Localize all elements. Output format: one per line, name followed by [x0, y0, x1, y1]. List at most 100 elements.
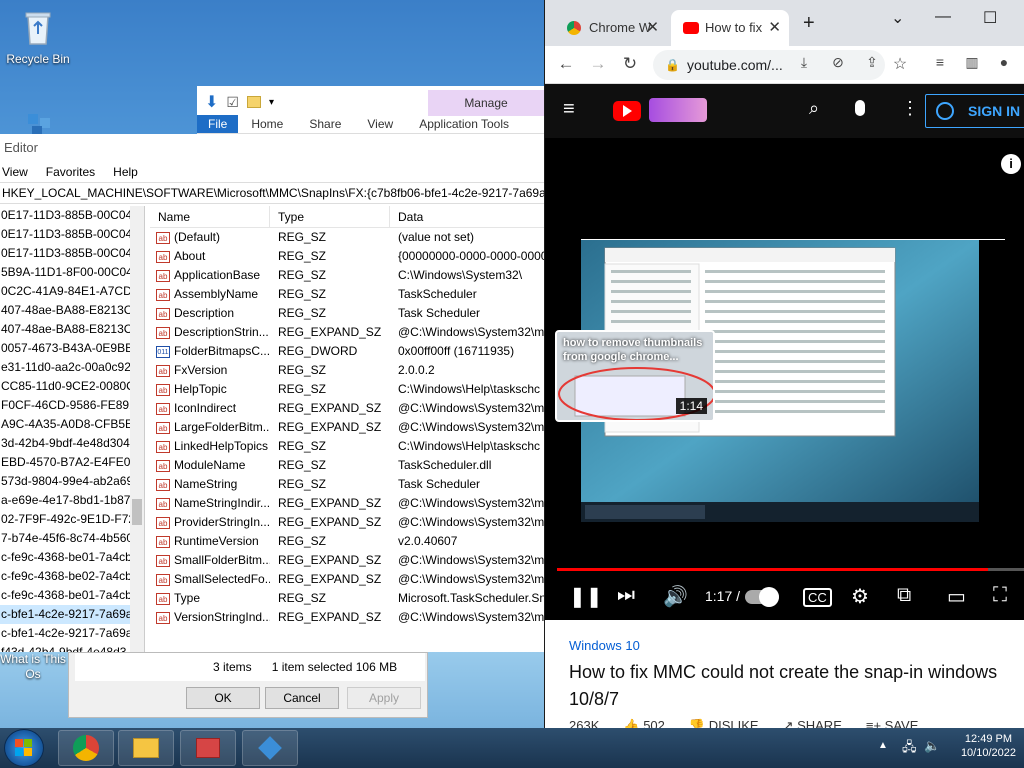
tab-share[interactable]: Share	[296, 115, 354, 133]
start-button[interactable]	[4, 729, 44, 767]
tree-item[interactable]: EBD-4570-B7A2-E4FE06A	[0, 453, 144, 472]
key-tree[interactable]: 0E17-11D3-885B-00C04F 0E17-11D3-885B-00C0…	[0, 206, 145, 652]
show-hidden-icons-icon[interactable]: ▲	[878, 740, 888, 751]
value-row[interactable]: ab HelpTopic REG_SZ C:\Windows\Help\tasksch…	[150, 380, 544, 399]
tree-item[interactable]: A9C-4A35-A0D8-CFB5EA	[0, 415, 144, 434]
tree-item[interactable]: 0C2C-41A9-84E1-A7CD1I	[0, 282, 144, 301]
tree-item[interactable]: 0057-4673-B43A-0E9BBBI	[0, 339, 144, 358]
manage-tab[interactable]: Manage	[428, 90, 544, 116]
next-icon[interactable]: ⏭	[617, 584, 635, 607]
install-icon[interactable]: ⤓	[793, 54, 815, 71]
value-row[interactable]: ab IconIndirect REG_EXPAND_SZ @C:\Windows\S…	[150, 399, 544, 418]
tree-item[interactable]: c-bfe1-4c2e-9217-7a69a	[0, 605, 144, 624]
header-type[interactable]: Type	[270, 206, 390, 227]
taskbar-chrome[interactable]	[58, 730, 114, 766]
sign-in-button[interactable]: SIGN IN	[925, 94, 1024, 128]
tab-search-chevron-icon[interactable]: ⌄	[891, 8, 904, 28]
tree-item[interactable]: 573d-9804-99e4-ab2a69	[0, 472, 144, 491]
folder-icon[interactable]	[246, 96, 261, 108]
media-icon[interactable]: ≡	[929, 54, 951, 70]
settings-gear-icon[interactable]: ⚙	[851, 584, 869, 609]
network-icon[interactable]: 🖧	[902, 738, 917, 760]
video-hashtag[interactable]: Windows 10	[569, 638, 1001, 653]
value-row[interactable]: ab Description REG_SZ Task Scheduler	[150, 304, 544, 323]
menu-favorites[interactable]: Favorites	[46, 162, 95, 182]
desktop-shortcut-label[interactable]: What is This Os	[0, 652, 66, 682]
tree-item[interactable]: CC85-11d0-9CE2-0080C7	[0, 377, 144, 396]
close-tab-icon[interactable]: ✕	[768, 10, 781, 46]
captions-icon[interactable]: CC	[803, 588, 832, 607]
value-row[interactable]: ab Type REG_SZ Microsoft.TaskScheduler.Sn	[150, 589, 544, 608]
new-tab-button[interactable]: +	[803, 12, 815, 35]
volume-tray-icon[interactable]: 🔈	[924, 738, 940, 754]
microphone-icon[interactable]	[855, 100, 865, 116]
value-row[interactable]: ab SmallSelectedFo... REG_EXPAND_SZ @C:\Win…	[150, 570, 544, 589]
value-row[interactable]: ab (Default) REG_SZ (value not set)	[150, 228, 544, 247]
chevron-down-icon[interactable]: ▾	[269, 97, 274, 108]
value-row[interactable]: ab AssemblyName REG_SZ TaskScheduler	[150, 285, 544, 304]
value-row[interactable]: ab DescriptionStrin... REG_EXPAND_SZ @C:\Wi…	[150, 323, 544, 342]
value-row[interactable]: ab LinkedHelpTopics REG_SZ C:\Windows\Help\…	[150, 437, 544, 456]
recycle-bin-icon[interactable]: Recycle Bin	[0, 8, 76, 66]
down-arrow-icon[interactable]: ⬇	[205, 92, 218, 112]
value-row[interactable]: ab VersionStringInd... REG_EXPAND_SZ @C:\Wi…	[150, 608, 544, 627]
tree-item[interactable]: e31-11d0-aa2c-00a0c927	[0, 358, 144, 377]
header-data[interactable]: Data	[390, 206, 544, 227]
tab-youtube[interactable]: How to fix ✕	[671, 10, 789, 46]
menu-help[interactable]: Help	[113, 162, 138, 182]
ok-button[interactable]: OK	[186, 687, 260, 709]
miniplayer-icon[interactable]: ⧉	[897, 584, 911, 607]
tree-item[interactable]: 3d-42b4-9bdf-4e48d304	[0, 434, 144, 453]
tree-item[interactable]: c-fe9c-4368-be01-7a4cb	[0, 548, 144, 567]
tree-item[interactable]: 7-b74e-45f6-8c74-4b560	[0, 529, 144, 548]
more-options-icon[interactable]: ⋮	[901, 98, 919, 119]
tree-item[interactable]: c-fe9c-4368-be01-7a4cb	[0, 586, 144, 605]
menu-view[interactable]: View	[2, 162, 28, 182]
volume-icon[interactable]: 🔊	[663, 584, 688, 609]
tab-file[interactable]: File	[197, 115, 239, 133]
value-row[interactable]: ab FxVersion REG_SZ 2.0.0.2	[150, 361, 544, 380]
value-row[interactable]: ab RuntimeVersion REG_SZ v2.0.40607	[150, 532, 544, 551]
tree-item[interactable]: 407-48ae-BA88-E8213C6	[0, 301, 144, 320]
info-icon[interactable]: i	[1001, 154, 1021, 174]
tree-item[interactable]: 407-48ae-BA88-E8213C6	[0, 320, 144, 339]
reload-icon[interactable]: ↻	[619, 54, 641, 74]
share-icon[interactable]: ⇪	[861, 54, 883, 71]
value-row[interactable]: ab ModuleName REG_SZ TaskScheduler.dll	[150, 456, 544, 475]
star-icon[interactable]: ☆	[889, 54, 911, 74]
taskbar-toolbox[interactable]	[180, 730, 236, 766]
tree-item[interactable]: 02-7F9F-492c-9E1D-F725	[0, 510, 144, 529]
autoplay-toggle[interactable]	[745, 587, 779, 607]
value-row[interactable]: ab SmallFolderBitm... REG_EXPAND_SZ @C:\Win…	[150, 551, 544, 570]
tree-item[interactable]: f43d-42b4-9bdf-4e48d3	[0, 643, 144, 652]
progress-bar[interactable]	[557, 568, 1024, 571]
minimize-button[interactable]: —	[935, 8, 951, 26]
value-row[interactable]: 011 FolderBitmapsC... REG_DWORD 0x00ff00ff …	[150, 342, 544, 361]
cancel-button[interactable]: Cancel	[265, 687, 339, 709]
checkbox-icon[interactable]: ☑	[226, 94, 239, 111]
value-row[interactable]: ab LargeFolderBitm... REG_EXPAND_SZ @C:\Win…	[150, 418, 544, 437]
pause-icon[interactable]: ❚❚	[569, 584, 603, 609]
value-row[interactable]: ab About REG_SZ {00000000-0000-0000-0000-	[150, 247, 544, 266]
clock[interactable]: 12:49 PM 10/10/2022	[961, 732, 1016, 760]
address-bar[interactable]: HKEY_LOCAL_MACHINE\SOFTWARE\Microsoft\MM…	[0, 182, 544, 204]
value-row[interactable]: ab ApplicationBase REG_SZ C:\Windows\System…	[150, 266, 544, 285]
tab-application-tools[interactable]: Application Tools	[406, 115, 522, 133]
close-tab-icon[interactable]: ✕	[646, 10, 659, 46]
tree-item[interactable]: c-bfe1-4c2e-9217-7a69a	[0, 624, 144, 643]
tree-item[interactable]: 0E17-11D3-885B-00C04F	[0, 206, 144, 225]
taskbar-regedit[interactable]	[242, 730, 298, 766]
tree-item[interactable]: a-e69e-4e17-8bd1-1b87b	[0, 491, 144, 510]
theater-mode-icon[interactable]: ▭	[947, 584, 966, 609]
value-row[interactable]: ab NameString REG_SZ Task Scheduler	[150, 475, 544, 494]
tree-scrollbar[interactable]	[130, 206, 144, 652]
tree-item[interactable]: c-fe9c-4368-be02-7a4cb	[0, 567, 144, 586]
back-icon[interactable]: ←	[555, 54, 577, 74]
apply-button[interactable]: Apply	[347, 687, 421, 709]
tree-item[interactable]: F0CF-46CD-9586-FE8912	[0, 396, 144, 415]
address-bar[interactable]: 🔒 youtube.com/...	[653, 50, 885, 80]
value-row[interactable]: ab ProviderStringIn... REG_EXPAND_SZ @C:\Wi…	[150, 513, 544, 532]
profile-icon[interactable]: ●	[993, 54, 1015, 70]
youtube-logo-icon[interactable]	[613, 101, 641, 121]
taskbar-explorer[interactable]	[118, 730, 174, 766]
